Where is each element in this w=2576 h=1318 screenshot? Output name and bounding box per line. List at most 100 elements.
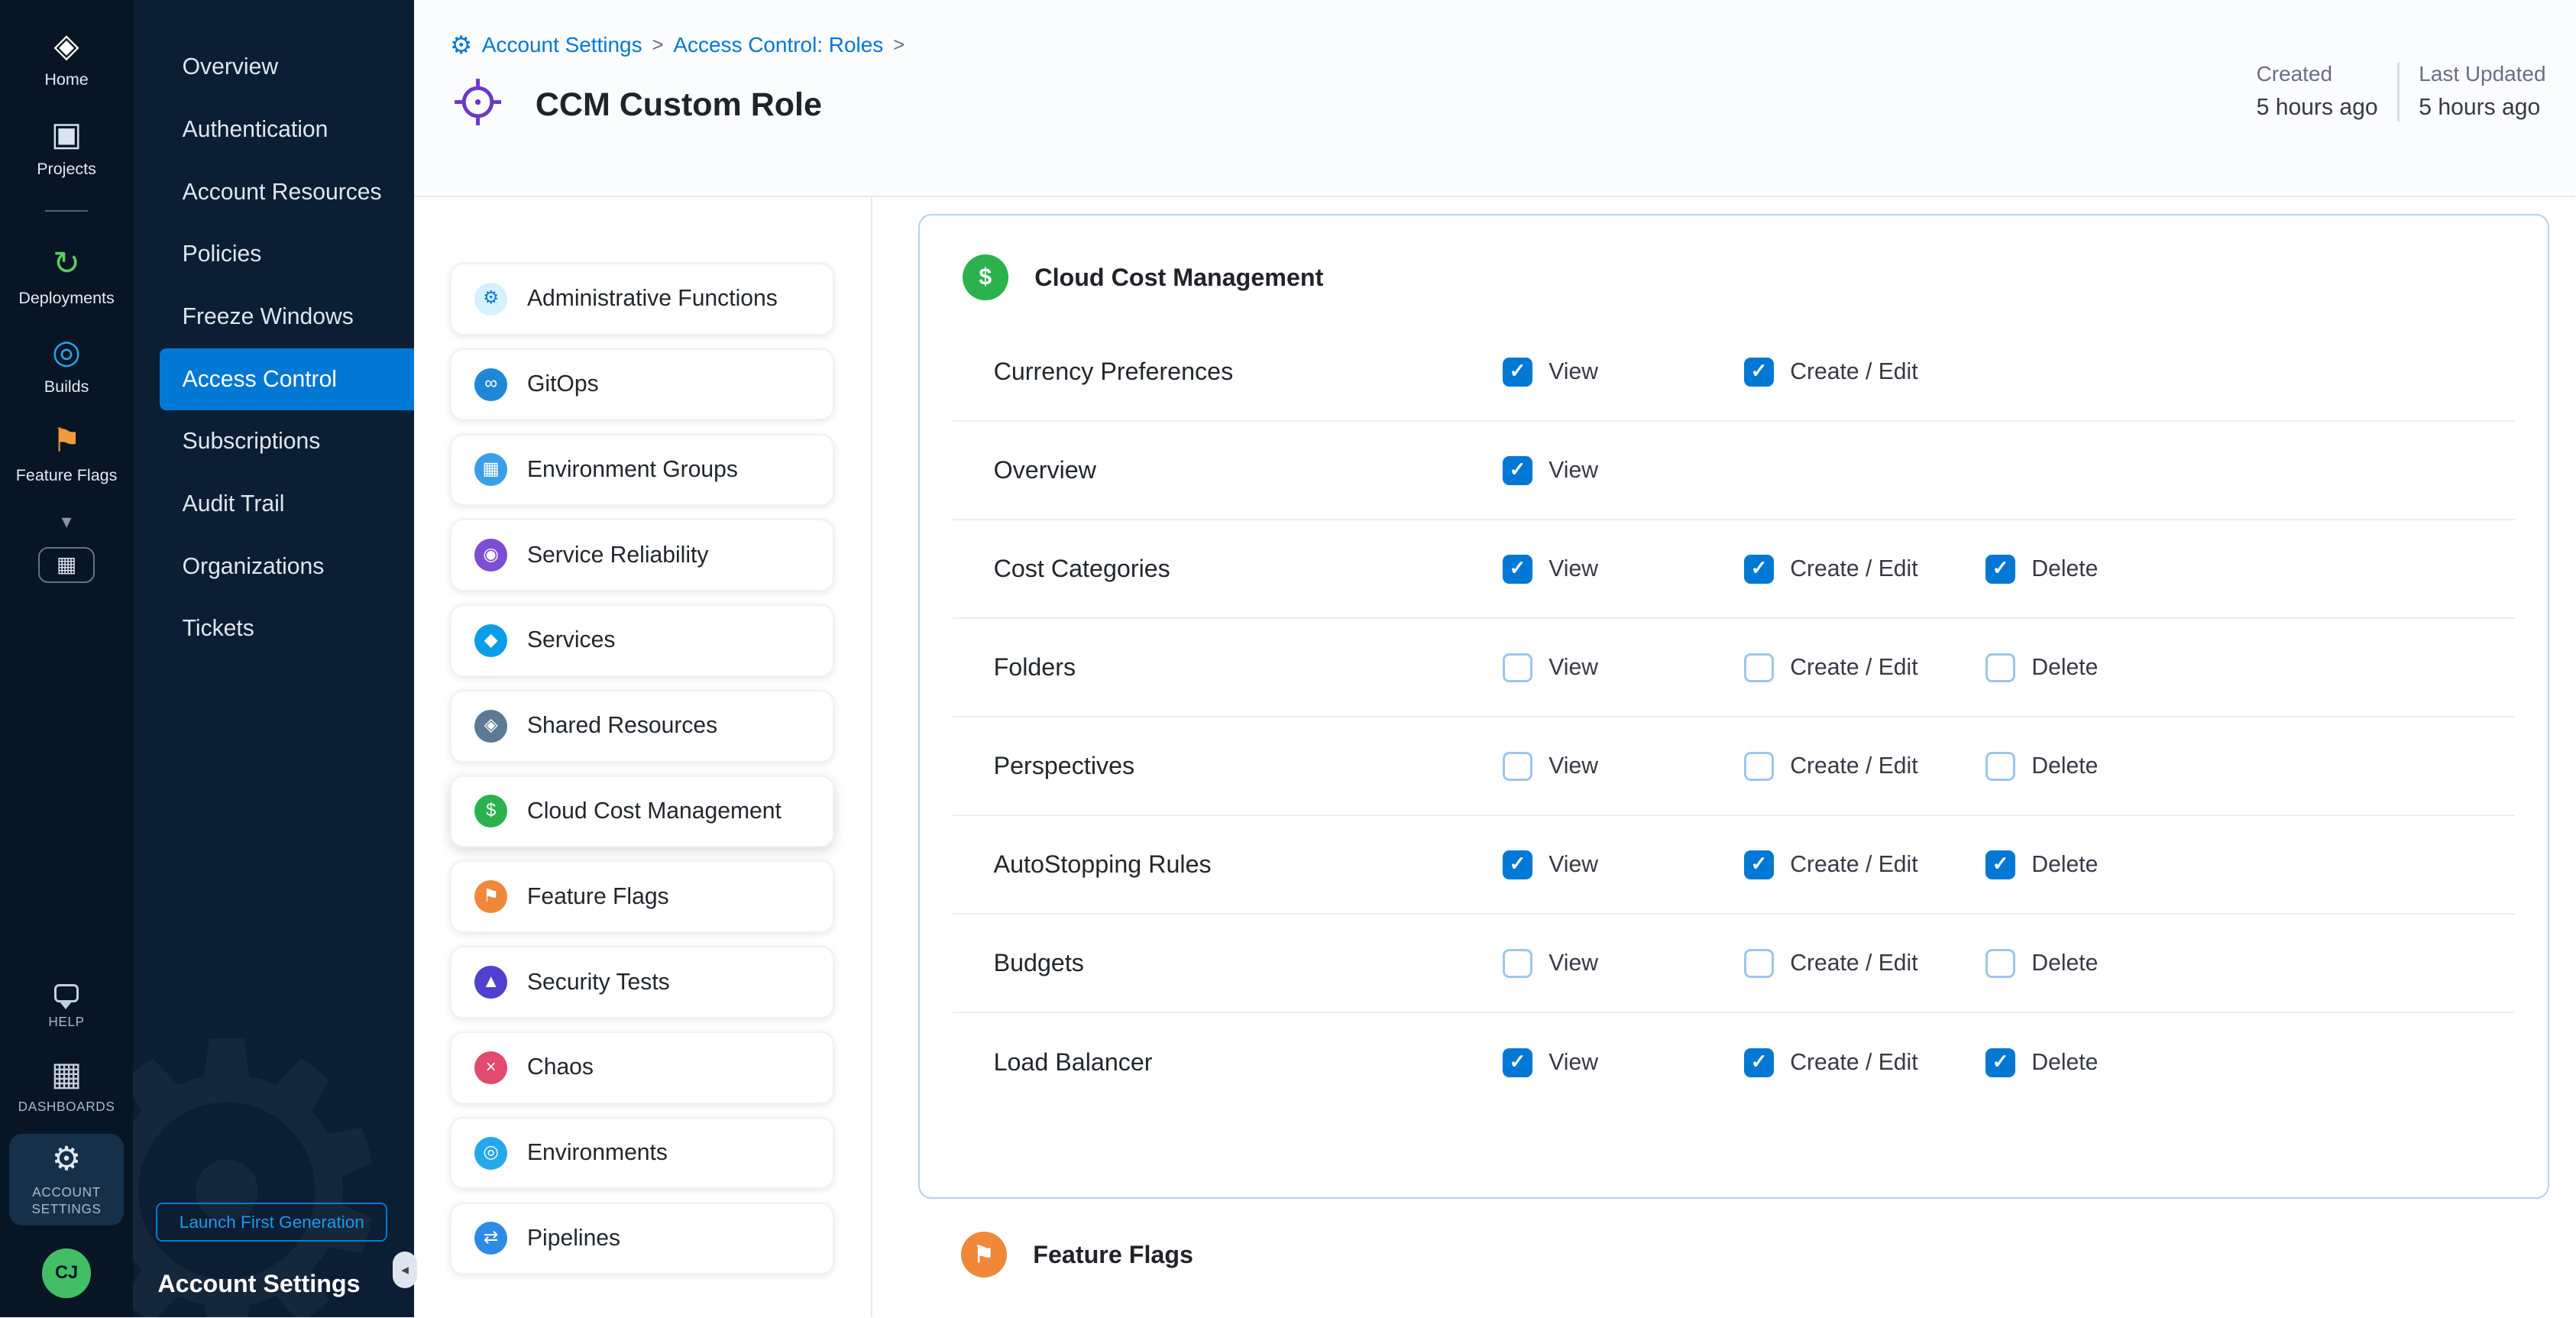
checked-checkbox-icon[interactable]: ✓: [1503, 1048, 1532, 1078]
sidebar-item-organizations[interactable]: Organizations: [133, 536, 414, 598]
unchecked-checkbox-icon[interactable]: [1985, 949, 2015, 979]
permission-name: Folders: [994, 653, 1503, 682]
permission-row-folders: Folders View Create / Edit Delete: [953, 619, 2515, 717]
checked-checkbox-icon[interactable]: ✓: [1985, 850, 2015, 880]
permission-create-edit-toggle[interactable]: Create / Edit: [1744, 949, 1985, 979]
checked-checkbox-icon[interactable]: ✓: [1744, 555, 1774, 585]
rail-item-account-settings[interactable]: ⚙ACCOUNT SETTINGS: [9, 1134, 125, 1226]
permission-view-toggle[interactable]: View: [1503, 949, 1744, 979]
unchecked-checkbox-icon[interactable]: [1503, 949, 1532, 979]
checked-checkbox-icon[interactable]: ✓: [1744, 358, 1774, 387]
category-security-tests[interactable]: ▲Security Tests: [450, 946, 834, 1018]
sidebar-item-policies[interactable]: Policies: [133, 223, 414, 286]
dashboards-grid-icon: ▦: [51, 1057, 83, 1093]
rail-item-projects[interactable]: ▣Projects: [9, 108, 125, 187]
permission-create-edit-toggle[interactable]: Create / Edit: [1744, 752, 1985, 782]
gear-icon: ⚙: [52, 1142, 82, 1177]
permission-create-edit-toggle[interactable]: ✓Create / Edit: [1744, 850, 1985, 880]
unchecked-checkbox-icon[interactable]: [1744, 949, 1774, 979]
sidebar-item-freeze-windows[interactable]: Freeze Windows: [133, 286, 414, 348]
sidebar-item-authentication[interactable]: Authentication: [133, 99, 414, 161]
category-pipelines[interactable]: ⇄Pipelines: [450, 1203, 834, 1275]
permission-view-toggle[interactable]: ✓View: [1503, 1048, 1744, 1078]
category-label: Shared Resources: [527, 713, 717, 739]
page-header: ⚙ Account Settings > Access Control: Rol…: [414, 0, 2575, 197]
environments-icon: ◎: [474, 1137, 507, 1170]
permission-delete-toggle[interactable]: ✓Delete: [1985, 850, 2515, 880]
category-label: Administrative Functions: [527, 286, 778, 312]
category-services[interactable]: ◆Services: [450, 604, 834, 677]
permission-view-toggle[interactable]: View: [1503, 752, 1744, 782]
cloud-cost-management-icon: $: [963, 254, 1008, 300]
rail-item-builds[interactable]: ◎ Builds: [9, 327, 125, 406]
unchecked-checkbox-icon[interactable]: [1985, 653, 2015, 683]
permission-create-edit-toggle[interactable]: ✓Create / Edit: [1744, 1048, 1985, 1078]
rail-item-deployments[interactable]: ↻Deployments: [9, 238, 125, 317]
permissions-area: $ Cloud Cost Management Currency Prefere…: [872, 197, 2576, 1317]
checked-checkbox-icon[interactable]: ✓: [1985, 555, 2015, 585]
permission-delete-toggle[interactable]: Delete: [1985, 653, 2515, 683]
rail-item-dashboards[interactable]: ▦ DASHBOARDS: [9, 1048, 125, 1124]
module-grid-button[interactable]: ▦: [38, 547, 94, 583]
permission-create-edit-toggle[interactable]: Create / Edit: [1744, 653, 1985, 683]
rail-item-label: DASHBOARDS: [18, 1099, 115, 1116]
rail-item-label: HELP: [48, 1014, 84, 1031]
unchecked-checkbox-icon[interactable]: [1744, 752, 1774, 782]
permission-create-edit-toggle[interactable]: ✓Create / Edit: [1744, 555, 1985, 585]
checkbox-label: View: [1549, 655, 1598, 681]
permission-view-toggle[interactable]: ✓View: [1503, 456, 1744, 486]
category-environment-groups[interactable]: ▦Environment Groups: [450, 434, 834, 507]
checked-checkbox-icon[interactable]: ✓: [1503, 456, 1532, 486]
category-shared-resources[interactable]: ◈Shared Resources: [450, 690, 834, 763]
permission-delete-toggle[interactable]: Delete: [1985, 949, 2515, 979]
category-feature-flags[interactable]: ⚑Feature Flags: [450, 860, 834, 933]
permission-create-edit-toggle[interactable]: ✓Create / Edit: [1744, 358, 1985, 387]
category-gitops[interactable]: ∞GitOps: [450, 348, 834, 421]
permission-row-load-balancer: Load Balancer✓View✓Create / Edit✓Delete: [953, 1013, 2515, 1112]
permission-view-toggle[interactable]: ✓View: [1503, 358, 1744, 387]
checked-checkbox-icon[interactable]: ✓: [1744, 1048, 1774, 1078]
permission-view-toggle[interactable]: ✓View: [1503, 850, 1744, 880]
category-environments[interactable]: ◎Environments: [450, 1117, 834, 1190]
category-chaos[interactable]: ×Chaos: [450, 1031, 834, 1104]
breadcrumb-access-control-roles[interactable]: Access Control: Roles: [673, 33, 883, 57]
permission-view-toggle[interactable]: ✓View: [1503, 555, 1744, 585]
permission-delete-toggle[interactable]: ✓Delete: [1985, 555, 2515, 585]
breadcrumb-separator: >: [893, 34, 905, 57]
sidebar-item-account-resources[interactable]: Account Resources: [133, 161, 414, 224]
permission-view-toggle[interactable]: View: [1503, 653, 1744, 683]
category-administrative-functions[interactable]: ⚙Administrative Functions: [450, 263, 834, 335]
chevron-down-icon[interactable]: ▾: [62, 510, 72, 533]
rail-item-label: Builds: [44, 377, 89, 397]
launch-first-generation-button[interactable]: Launch First Generation: [156, 1203, 387, 1242]
checked-checkbox-icon[interactable]: ✓: [1985, 1048, 2015, 1078]
checkbox-label: Create / Edit: [1790, 655, 1917, 681]
sidebar-item-tickets[interactable]: Tickets: [133, 597, 414, 660]
checked-checkbox-icon[interactable]: ✓: [1744, 850, 1774, 880]
rail-item-help[interactable]: HELP: [9, 976, 125, 1038]
rail-item-label: Home: [44, 70, 88, 90]
rail-item-home[interactable]: ◈Home: [9, 20, 125, 99]
created-meta: Created 5 hours ago: [2237, 59, 2398, 125]
category-service-reliability[interactable]: ◉Service Reliability: [450, 519, 834, 591]
unchecked-checkbox-icon[interactable]: [1985, 752, 2015, 782]
breadcrumb-account-settings[interactable]: Account Settings: [482, 33, 642, 57]
rail-item-feature-flags[interactable]: ⚑Feature Flags: [9, 416, 125, 494]
checked-checkbox-icon[interactable]: ✓: [1503, 850, 1532, 880]
permission-delete-toggle[interactable]: Delete: [1985, 752, 2515, 782]
unchecked-checkbox-icon[interactable]: [1503, 752, 1532, 782]
builds-icon: ◎: [52, 335, 81, 371]
sidebar-item-access-control[interactable]: Access Control: [160, 348, 414, 411]
permission-delete-toggle[interactable]: ✓Delete: [1985, 1048, 2515, 1078]
category-cloud-cost-management[interactable]: $Cloud Cost Management: [450, 776, 834, 848]
unchecked-checkbox-icon[interactable]: [1744, 653, 1774, 683]
sidebar-item-subscriptions[interactable]: Subscriptions: [133, 410, 414, 473]
checked-checkbox-icon[interactable]: ✓: [1503, 555, 1532, 585]
sidebar-item-audit-trail[interactable]: Audit Trail: [133, 473, 414, 536]
user-avatar[interactable]: CJ: [42, 1248, 92, 1298]
sidebar-item-overview[interactable]: Overview: [133, 36, 414, 99]
unchecked-checkbox-icon[interactable]: [1503, 653, 1532, 683]
collapse-sidebar-button[interactable]: ◂: [393, 1252, 417, 1287]
checked-checkbox-icon[interactable]: ✓: [1503, 358, 1532, 387]
category-label: Security Tests: [527, 970, 670, 996]
